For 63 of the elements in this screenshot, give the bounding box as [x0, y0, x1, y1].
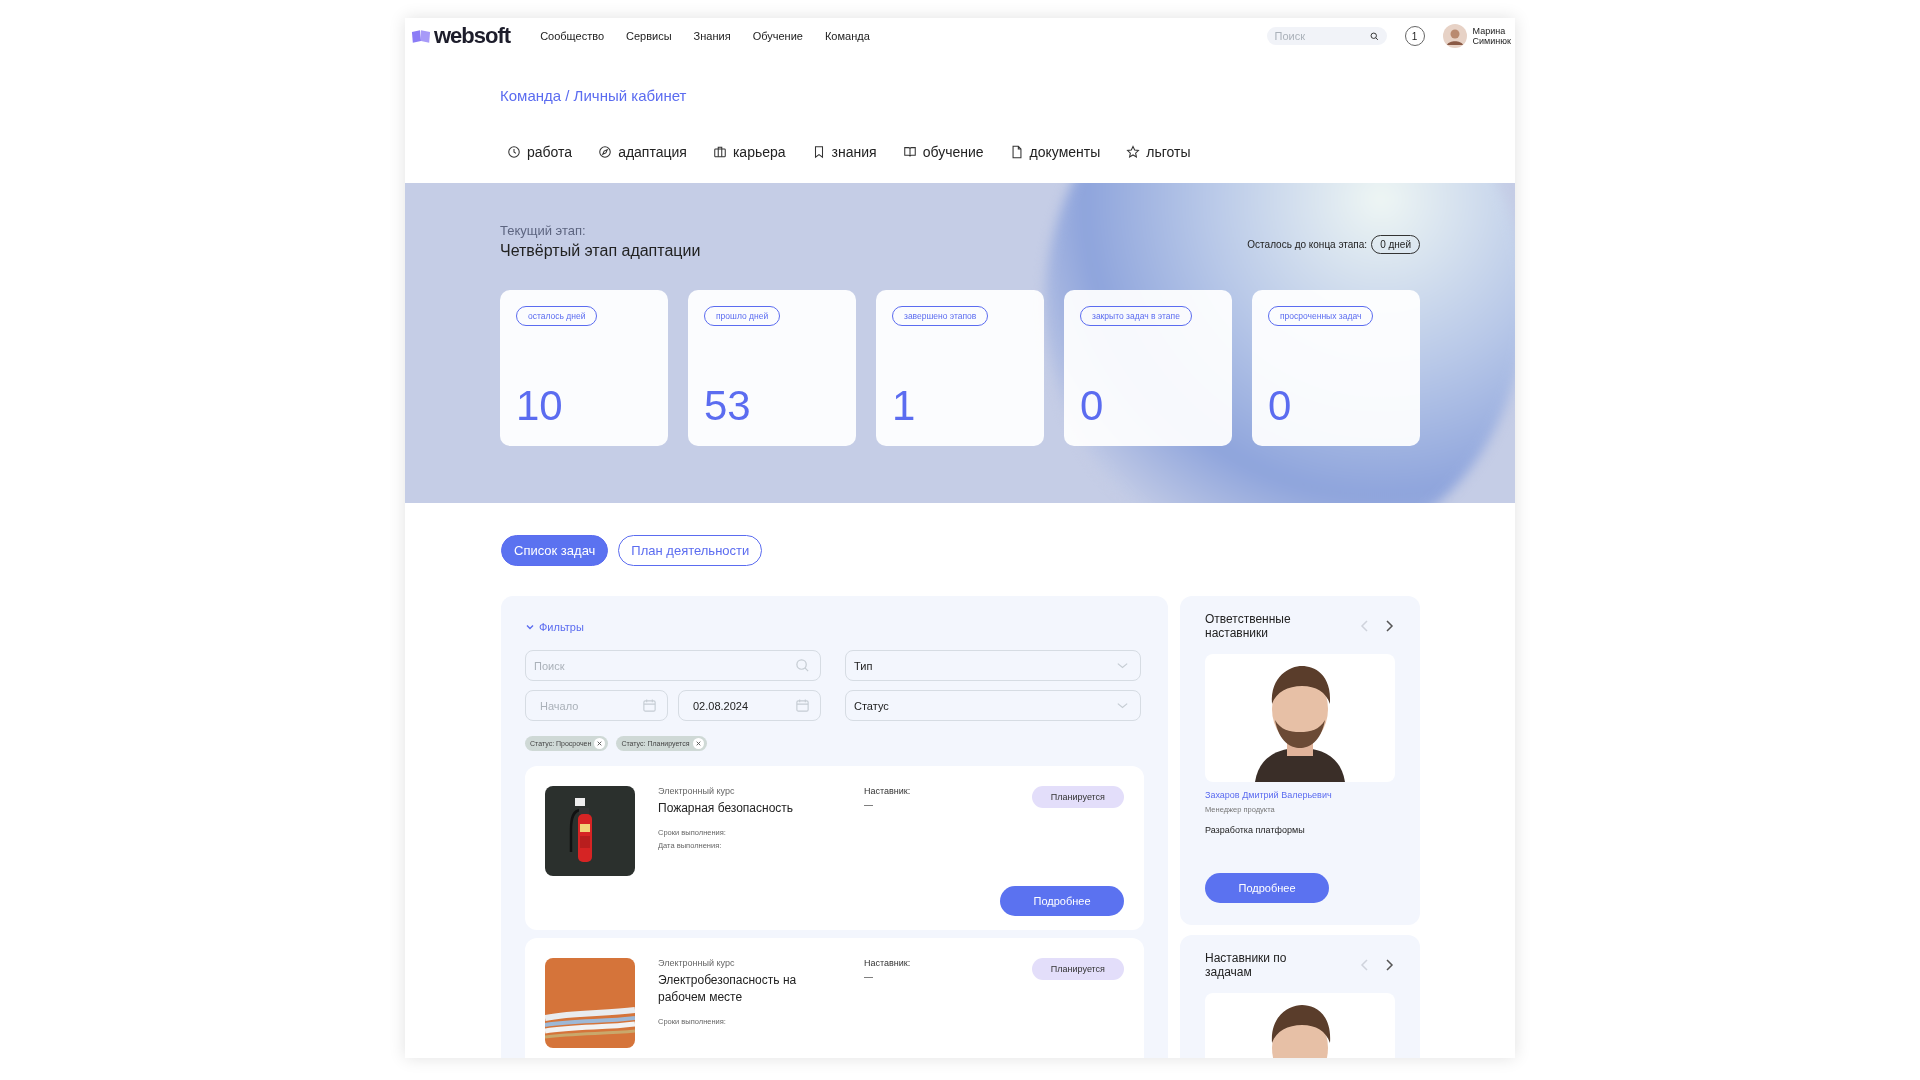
status-dropdown[interactable]: Статус: [845, 690, 1141, 721]
section-tab[interactable]: льготы: [1126, 141, 1191, 167]
nav-link[interactable]: Сообщество: [540, 30, 605, 42]
document-icon: [1009, 145, 1024, 159]
search-icon: [795, 658, 810, 673]
mentor-value: —: [864, 800, 874, 810]
nav-link[interactable]: Знания: [693, 30, 731, 42]
close-icon[interactable]: [594, 738, 606, 749]
nav-link[interactable]: Обучение: [752, 30, 803, 42]
section-tab[interactable]: знания: [811, 141, 877, 167]
nav-link[interactable]: Сервисы: [626, 30, 672, 42]
book-icon: [902, 145, 917, 159]
user-first-name: Марина: [1472, 26, 1507, 36]
stat-value: 1: [892, 384, 916, 428]
section-tab[interactable]: документы: [1009, 141, 1101, 167]
calendar-icon: [642, 698, 657, 713]
mentor-department: Разработка платформы: [1205, 825, 1305, 835]
user-last-name: Симинюк: [1472, 36, 1511, 46]
nav-link[interactable]: Команда: [824, 30, 870, 42]
end-date-field[interactable]: 02.08.2024: [678, 690, 821, 721]
task-title: Электробезопасность на рабочем месте: [658, 972, 798, 1006]
chevron-icon: [525, 622, 535, 632]
chevron-right-icon[interactable]: [1383, 618, 1395, 634]
section-tab[interactable]: адаптация: [598, 141, 687, 167]
mentor-value: —: [864, 972, 874, 982]
mentor-label: Наставник:: [864, 958, 912, 968]
panel-title: Наставники по задачам: [1205, 951, 1288, 979]
type-dropdown[interactable]: Тип: [845, 650, 1141, 681]
status-badge: Планируется: [1031, 958, 1124, 980]
stage-title: Четвёртый этап адаптации: [500, 242, 701, 260]
status-badge: Планируется: [1031, 786, 1124, 808]
avatar-icon[interactable]: [1442, 24, 1467, 48]
calendar-icon: [795, 698, 810, 713]
task-type: Электронный курс: [658, 958, 736, 968]
view-toggle-button[interactable]: Список задач: [501, 535, 609, 566]
clock-icon: [507, 145, 521, 159]
stat-value: 53: [704, 384, 751, 428]
section-tab[interactable]: работа: [507, 141, 573, 167]
mentor-name-link[interactable]: Захаров Дмитрий Валерьевич: [1205, 790, 1332, 800]
view-toggle-button[interactable]: План деятельности: [618, 535, 763, 566]
stat-value: 0: [1080, 384, 1104, 428]
close-icon[interactable]: [692, 738, 704, 749]
breadcrumb[interactable]: Команда / Личный кабинет: [500, 87, 687, 104]
section-tab[interactable]: карьера: [712, 141, 786, 167]
logo-icon[interactable]: [411, 28, 431, 44]
search-icon: [1369, 31, 1379, 41]
briefcase-icon: [712, 145, 727, 159]
star-icon: [1126, 145, 1141, 159]
filters-toggle[interactable]: Фильтры: [525, 621, 584, 633]
details-button[interactable]: Подробнее: [1205, 873, 1329, 903]
logo-text[interactable]: websoft: [434, 23, 511, 49]
section-tab[interactable]: обучение: [902, 141, 984, 167]
task-type: Электронный курс: [658, 786, 736, 796]
stage-caption: Текущий этап:: [500, 223, 587, 238]
panel-title: Ответственные наставники: [1205, 612, 1292, 640]
details-button[interactable]: Подробнее: [1000, 886, 1124, 916]
stat-value: 0: [1268, 384, 1292, 428]
mentor-label: Наставник:: [864, 786, 912, 796]
stat-value: 10: [516, 384, 563, 428]
chevron-right-icon[interactable]: [1383, 957, 1395, 973]
remaining-label: Осталось до конца этапа:: [1247, 239, 1368, 250]
compass-icon: [598, 145, 613, 159]
task-title: Пожарная безопасность: [658, 800, 795, 817]
